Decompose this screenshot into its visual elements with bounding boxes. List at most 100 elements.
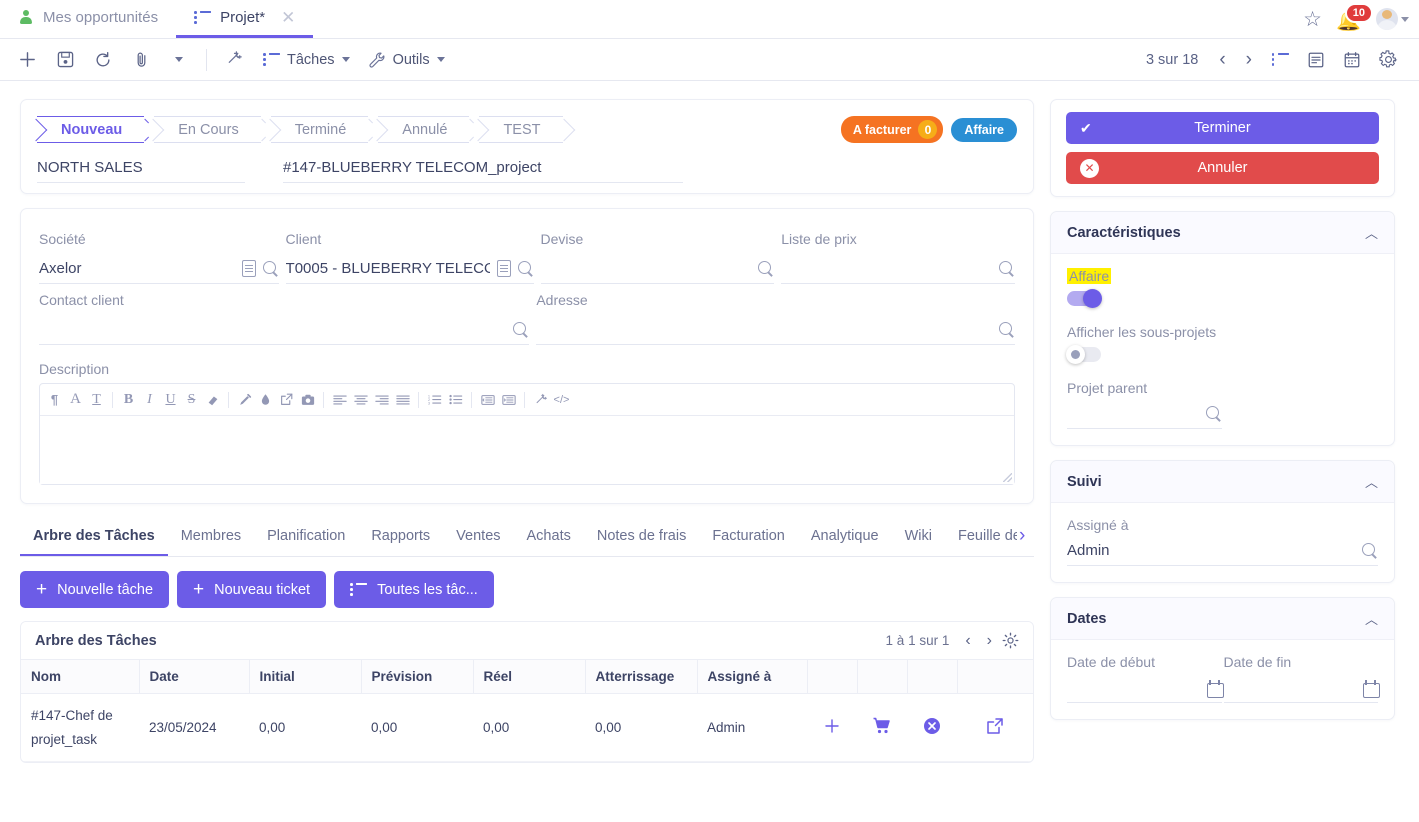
panel-header[interactable]: Dates ︿ bbox=[1051, 598, 1394, 640]
calendar-icon[interactable] bbox=[1363, 679, 1380, 698]
align-center-icon[interactable] bbox=[350, 389, 371, 410]
devise-input[interactable] bbox=[540, 257, 775, 284]
calendar-icon[interactable] bbox=[1206, 679, 1224, 698]
row-open-external-icon[interactable] bbox=[985, 716, 1005, 736]
chevron-up-icon[interactable]: ︿ bbox=[1365, 223, 1378, 242]
workflow-step-nouveau[interactable]: Nouveau bbox=[37, 116, 145, 143]
tab-wiki[interactable]: Wiki bbox=[892, 520, 945, 556]
underline-icon[interactable]: U bbox=[160, 389, 181, 410]
client-input[interactable]: T0005 - BLUEBERRY TELECO bbox=[285, 257, 534, 284]
notifications-bell[interactable]: 🔔 10 bbox=[1336, 3, 1373, 32]
text-color-icon[interactable] bbox=[234, 389, 255, 410]
ordered-list-icon[interactable]: 123 bbox=[424, 389, 445, 410]
tab-membres[interactable]: Membres bbox=[168, 520, 254, 556]
field-project-code-value[interactable]: #147-BLUEBERRY TELECOM_project bbox=[283, 159, 683, 183]
search-icon[interactable] bbox=[999, 260, 1015, 277]
column-assigne-a[interactable]: Assigné à bbox=[697, 660, 808, 694]
row-cancel-circle-icon[interactable] bbox=[922, 716, 942, 736]
font-size-icon[interactable]: T bbox=[86, 389, 107, 410]
chevron-up-icon[interactable]: ︿ bbox=[1365, 472, 1378, 491]
workflow-step-en-cours[interactable]: En Cours bbox=[154, 116, 261, 143]
search-icon[interactable] bbox=[1362, 542, 1378, 559]
table-row[interactable]: #147-Chef de projet_task 23/05/2024 0,00… bbox=[21, 693, 1033, 763]
bold-icon[interactable]: B bbox=[118, 389, 139, 410]
strikethrough-icon[interactable]: S bbox=[181, 389, 202, 410]
indent-decrease-icon[interactable] bbox=[477, 389, 498, 410]
search-icon[interactable] bbox=[517, 260, 534, 277]
tab-mes-opportunites[interactable]: Mes opportunités bbox=[0, 0, 176, 38]
source-code-icon[interactable]: </> bbox=[551, 389, 572, 410]
magic-format-icon[interactable] bbox=[530, 389, 551, 410]
insert-image-icon[interactable] bbox=[297, 389, 318, 410]
view-record-icon[interactable] bbox=[496, 260, 511, 277]
paragraph-icon[interactable]: ¶ bbox=[44, 389, 65, 410]
field-team-value[interactable]: NORTH SALES bbox=[37, 159, 245, 183]
insert-link-icon[interactable] bbox=[276, 389, 297, 410]
workflow-step-test[interactable]: TEST bbox=[479, 116, 563, 143]
date-fin-input[interactable] bbox=[1223, 677, 1380, 703]
new-record-button[interactable] bbox=[12, 45, 42, 75]
align-right-icon[interactable] bbox=[371, 389, 392, 410]
attachment-button[interactable] bbox=[126, 45, 156, 75]
save-button[interactable] bbox=[50, 45, 80, 75]
sous-projets-toggle[interactable] bbox=[1066, 345, 1101, 364]
column-reel[interactable]: Réel bbox=[473, 660, 586, 694]
close-icon[interactable]: ✕ bbox=[281, 9, 295, 26]
italic-icon[interactable]: I bbox=[139, 389, 160, 410]
grid-previous-page-icon[interactable]: ‹ bbox=[959, 632, 976, 649]
liste-de-prix-input[interactable] bbox=[781, 257, 1015, 284]
column-initial[interactable]: Initial bbox=[249, 660, 362, 694]
tab-notes-de-frais[interactable]: Notes de frais bbox=[584, 520, 699, 556]
projet-parent-input[interactable] bbox=[1067, 403, 1222, 429]
search-icon[interactable] bbox=[758, 260, 774, 277]
search-icon[interactable] bbox=[262, 260, 279, 277]
indent-increase-icon[interactable] bbox=[498, 389, 519, 410]
date-debut-input[interactable] bbox=[1067, 677, 1224, 703]
calendar-view-icon[interactable] bbox=[1335, 45, 1369, 75]
row-add-icon[interactable] bbox=[822, 716, 842, 736]
column-nom[interactable]: Nom bbox=[21, 660, 140, 694]
description-textarea[interactable] bbox=[40, 416, 1014, 484]
column-atterrissage[interactable]: Atterrissage bbox=[585, 660, 698, 694]
new-task-button[interactable]: + Nouvelle tâche bbox=[20, 571, 170, 608]
font-family-icon[interactable]: A bbox=[65, 389, 86, 410]
annuler-button[interactable]: ✕ Annuler bbox=[1066, 152, 1379, 184]
refresh-button[interactable] bbox=[88, 45, 118, 75]
grid-settings-gear-icon[interactable] bbox=[1002, 632, 1019, 649]
affaire-toggle[interactable] bbox=[1067, 289, 1102, 308]
search-icon[interactable] bbox=[999, 321, 1015, 338]
previous-record-icon[interactable]: ‹ bbox=[1210, 50, 1234, 69]
terminer-button[interactable]: ✔ Terminer bbox=[1066, 112, 1379, 144]
unordered-list-icon[interactable] bbox=[445, 389, 466, 410]
workflow-step-termine[interactable]: Terminé bbox=[270, 116, 369, 143]
favorite-star-icon[interactable]: ☆ bbox=[1303, 9, 1322, 30]
tab-projet[interactable]: Projet* ✕ bbox=[176, 0, 314, 38]
contact-client-input[interactable] bbox=[39, 318, 530, 345]
highlight-color-icon[interactable] bbox=[255, 389, 276, 410]
column-prevision[interactable]: Prévision bbox=[361, 660, 474, 694]
chevron-up-icon[interactable]: ︿ bbox=[1365, 609, 1378, 628]
settings-gear-icon[interactable] bbox=[1371, 45, 1405, 75]
tab-facturation[interactable]: Facturation bbox=[699, 520, 798, 556]
tabs-scroll-right-icon[interactable]: › bbox=[1017, 525, 1029, 551]
view-record-icon[interactable] bbox=[241, 260, 256, 277]
tab-arbre-des-taches[interactable]: Arbre des Tâches bbox=[20, 520, 168, 556]
search-icon[interactable] bbox=[513, 321, 529, 338]
toolbar-more-dropdown[interactable] bbox=[164, 45, 194, 75]
user-menu[interactable] bbox=[1376, 8, 1409, 30]
tab-achats[interactable]: Achats bbox=[514, 520, 584, 556]
form-view-icon[interactable] bbox=[1299, 45, 1333, 75]
tab-feuille-de-temps[interactable]: Feuille de bbox=[945, 520, 1017, 556]
tools-menu[interactable]: Outils bbox=[360, 45, 453, 75]
panel-header[interactable]: Caractéristiques ︿ bbox=[1051, 212, 1394, 254]
tab-planification[interactable]: Planification bbox=[254, 520, 358, 556]
badge-affaire[interactable]: Affaire bbox=[951, 117, 1017, 142]
align-left-icon[interactable] bbox=[329, 389, 350, 410]
panel-header[interactable]: Suivi ︿ bbox=[1051, 461, 1394, 503]
societe-input[interactable]: Axelor bbox=[39, 257, 279, 284]
tab-ventes[interactable]: Ventes bbox=[443, 520, 513, 556]
assigne-input[interactable]: Admin bbox=[1067, 540, 1378, 566]
grid-view-icon[interactable] bbox=[1263, 45, 1297, 75]
tab-rapports[interactable]: Rapports bbox=[358, 520, 443, 556]
all-tasks-button[interactable]: Toutes les tâc... bbox=[334, 571, 494, 608]
